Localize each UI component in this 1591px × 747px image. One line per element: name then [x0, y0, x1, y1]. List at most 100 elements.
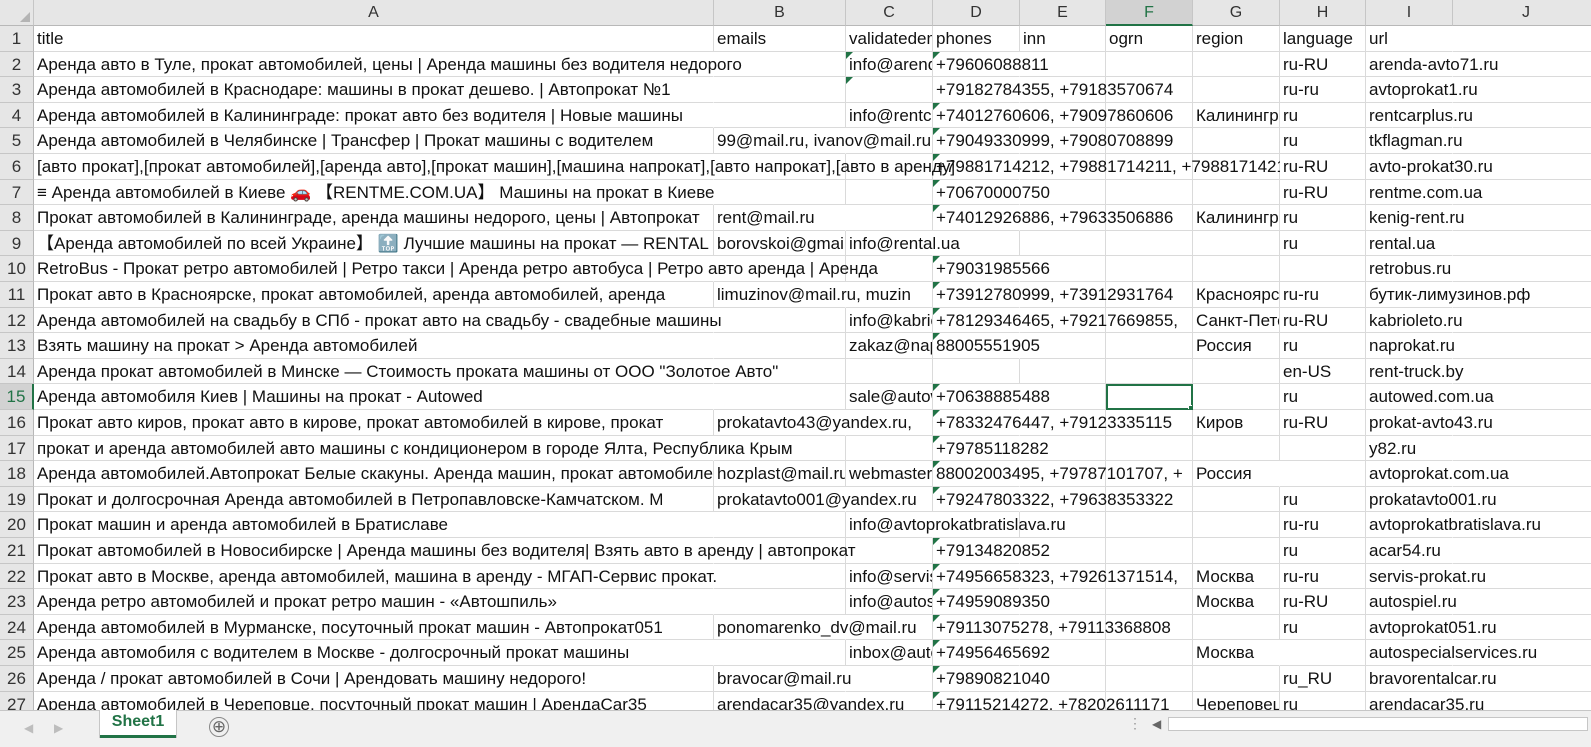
cell-a27[interactable]: Аренда автомобилей в Череповце, посуточн… [34, 691, 714, 710]
cell-a26[interactable]: Аренда / прокат автомобилей в Сочи | Аре… [34, 666, 714, 692]
cell-f20[interactable] [1106, 512, 1193, 538]
cell-j5[interactable] [1453, 128, 1591, 154]
row-header-16[interactable]: 16 [0, 410, 34, 436]
cell-b20[interactable] [714, 512, 846, 538]
cell-j14[interactable] [1453, 359, 1591, 385]
row-header-25[interactable]: 25 [0, 640, 34, 666]
cell-d17[interactable]: +79785118282 [933, 435, 1049, 462]
cell-h1[interactable]: language [1280, 26, 1366, 52]
cell-a5[interactable]: Аренда автомобилей в Челябинске | Трансф… [34, 128, 714, 154]
cell-f10[interactable] [1106, 256, 1193, 282]
row-header-19[interactable]: 19 [0, 486, 34, 513]
next-sheet-icon[interactable]: ▶ [54, 721, 63, 735]
row-header-14[interactable]: 14 [0, 358, 34, 385]
cell-i7[interactable]: rentme.com.ua [1366, 180, 1482, 206]
cell-i3[interactable]: avtoprokat1.ru [1366, 77, 1478, 103]
sheet-tab-sheet1[interactable]: Sheet1 [100, 710, 176, 738]
cell-e9[interactable] [1020, 230, 1106, 257]
cell-b8[interactable]: rent@mail.ru [714, 205, 846, 231]
cell-a9[interactable]: 【Аренда автомобилей по всей Украине】 🔝 Л… [34, 230, 714, 257]
cell-b24[interactable]: ponomarenko_dv@mail.ru [714, 615, 917, 641]
cell-g11[interactable]: Красноярск [1193, 282, 1280, 308]
cell-a15[interactable]: Аренда автомобиля Киев | Машины на прока… [34, 384, 714, 410]
column-header-i[interactable]: I [1366, 0, 1453, 26]
cell-d27[interactable]: +79115214272, +78202611171 [933, 691, 1170, 710]
cell-d5[interactable]: +79049330999, +79080708899 [933, 128, 1173, 154]
cell-h12[interactable]: ru-RU [1280, 307, 1366, 334]
row-header-8[interactable]: 8 [0, 205, 34, 231]
cell-d16[interactable]: +78332476447, +79123335115 [933, 410, 1172, 436]
prev-sheet-icon[interactable]: ◀ [24, 721, 33, 735]
cell-h19[interactable]: ru [1280, 486, 1366, 513]
cell-f13[interactable] [1106, 333, 1193, 359]
row-header-23[interactable]: 23 [0, 589, 34, 615]
cell-f23[interactable] [1106, 589, 1193, 615]
cell-h22[interactable]: ru-ru [1280, 563, 1366, 590]
row-header-2[interactable]: 2 [0, 51, 34, 78]
cell-i12[interactable]: kabrioleto.ru [1366, 308, 1463, 334]
row-header-15[interactable]: 15 [0, 384, 34, 410]
cell-f1[interactable]: ogrn [1106, 26, 1193, 52]
cell-g8[interactable]: Калининград [1193, 205, 1280, 231]
cell-c9[interactable]: info@rental.ua [846, 231, 960, 257]
row-header-18[interactable]: 18 [0, 461, 34, 487]
cell-h17[interactable] [1280, 435, 1366, 462]
cell-j13[interactable] [1453, 333, 1591, 359]
cell-j23[interactable] [1453, 589, 1591, 615]
cell-a17[interactable]: прокат и аренда автомобилей авто машины … [34, 436, 793, 462]
cell-b27[interactable]: arendacar35@yandex.ru [714, 692, 904, 710]
cell-i25[interactable]: autospecialservices.ru [1366, 640, 1537, 666]
row-header-13[interactable]: 13 [0, 333, 34, 359]
row-header-7[interactable]: 7 [0, 179, 34, 206]
column-header-a[interactable]: A [34, 0, 714, 26]
cell-b19[interactable]: prokatavto001@yandex.ru [714, 487, 917, 513]
cell-h3[interactable]: ru-ru [1280, 77, 1366, 103]
cell-i4[interactable]: rentcarplus.ru [1366, 103, 1473, 129]
cell-g10[interactable] [1193, 256, 1280, 282]
row-header-5[interactable]: 5 [0, 128, 34, 154]
cell-h16[interactable]: ru-RU [1280, 410, 1366, 436]
cell-h27[interactable]: ru [1280, 691, 1366, 710]
cell-d22[interactable]: +74956658323, +79261371514, [933, 563, 1178, 590]
cell-d8[interactable]: +74012926886, +79633506886 [933, 205, 1173, 231]
cell-i21[interactable]: acar54.ru [1366, 538, 1453, 564]
cell-i10[interactable]: retrobus.ru [1366, 256, 1453, 282]
cell-j21[interactable] [1453, 538, 1591, 564]
cell-i27[interactable]: arendacar35.ru [1366, 692, 1484, 710]
cell-c26[interactable] [846, 666, 933, 692]
cell-h8[interactable]: ru [1280, 205, 1366, 231]
cell-g12[interactable]: Санкт-Петербург [1193, 307, 1280, 334]
cell-d10[interactable]: +79031985566 [933, 256, 1050, 282]
cell-b25[interactable] [714, 640, 846, 666]
cell-h20[interactable]: ru-ru [1280, 512, 1366, 538]
cell-f15[interactable] [1106, 384, 1193, 410]
cell-g21[interactable] [1193, 538, 1280, 564]
column-header-d[interactable]: D [933, 0, 1020, 26]
cell-b13[interactable] [714, 333, 846, 359]
cell-d23[interactable]: +74959089350 [933, 589, 1050, 615]
cell-i23[interactable]: autospiel.ru [1366, 589, 1457, 615]
column-header-j[interactable]: J [1453, 0, 1591, 26]
cell-b18[interactable]: hozplast@mail.ru [714, 461, 846, 487]
cell-c1[interactable]: validatedemails [846, 26, 933, 52]
cell-e14[interactable] [1020, 358, 1106, 385]
cell-a11[interactable]: Прокат авто в Красноярске, прокат автомо… [34, 282, 714, 308]
cell-g13[interactable]: Россия [1193, 333, 1280, 359]
scroll-track[interactable] [1168, 717, 1588, 731]
cell-a13[interactable]: Взять машину на прокат > Аренда автомоби… [34, 333, 714, 359]
cell-h5[interactable]: ru [1280, 128, 1366, 154]
select-all-corner[interactable] [0, 0, 34, 26]
cell-c18[interactable]: webmaster@ [846, 461, 933, 487]
cell-i9[interactable]: rental.ua [1366, 231, 1453, 257]
cell-c12[interactable]: info@kabrioleto.ru [846, 307, 933, 334]
cell-a14[interactable]: Аренда прокат автомобилей в Минске — Сто… [34, 359, 778, 385]
cell-d6[interactable]: +79881714212, +79881714211, +79881714210 [933, 154, 1295, 180]
cell-h26[interactable]: ru_RU [1280, 666, 1366, 692]
cell-b16[interactable]: prokatavto43@yandex.ru, [714, 410, 912, 436]
cell-g16[interactable]: Киров [1193, 410, 1280, 436]
cell-f17[interactable] [1106, 435, 1193, 462]
cell-f2[interactable] [1106, 51, 1193, 78]
cell-g9[interactable] [1193, 230, 1280, 257]
cell-b9[interactable]: borovskoi@gmail.com [714, 230, 846, 257]
cell-d24[interactable]: +79113075278, +79113368808 [933, 614, 1171, 641]
